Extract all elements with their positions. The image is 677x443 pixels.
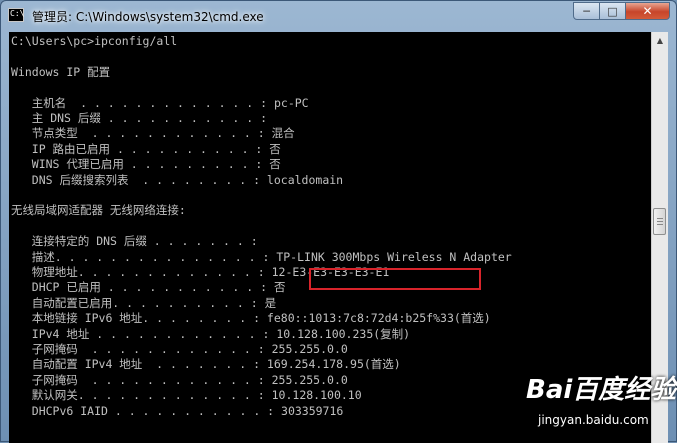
console-line: Windows IP 配置 [11,64,111,79]
watermark-logo: Bai百度经验 [526,375,677,405]
console-line: 子网掩码 . . . . . . . . . . . . : 255.255.0… [11,342,348,356]
console-line: WINS 代理已启用 . . . . . . . . . : 否 [11,157,281,172]
window-title: 管理员: C:\Windows\system32\cmd.exe [32,10,264,24]
console-line: 无线局域网适配器 无线网络连接: [11,203,186,218]
grip-line [657,224,663,225]
scroll-up-icon[interactable]: ▲ [652,32,668,49]
scroll-thumb[interactable] [653,208,666,235]
console-line: DHCPv6 IAID . . . . . . . . . . . : 3033… [11,403,344,418]
title-bar[interactable]: C:\ 管理员: C:\Windows\system32\cmd.exe ─ □… [1,1,676,31]
console-line: IP 路由已启用 . . . . . . . . . . : 否 [11,141,281,156]
console-line: 本地链接 IPv6 地址. . . . . . . . : fe80::1013… [11,311,491,326]
close-button[interactable]: ✕ [626,2,670,20]
minimize-icon: ─ [583,4,590,18]
console-line: DNS 后缀搜索列表 . . . . . . . . : localdomain [11,172,344,187]
grip-line [657,218,663,219]
watermark-url: jingyan.baidu.com [538,413,649,427]
close-icon: ✕ [642,4,653,18]
console-line: 默认网关. . . . . . . . . . . . . : 10.128.1… [11,388,362,403]
console-line: 自动配置已启用. . . . . . . . . . : 是 [11,295,277,310]
console-line: 节点类型 . . . . . . . . . . . . : 混合 [11,126,295,141]
console-line: 主机名 . . . . . . . . . . . . . : pc-PC [11,95,309,110]
console-line: 连接特定的 DNS 后缀 . . . . . . . : [11,234,258,249]
cmd-icon-text: C:\ [10,9,25,18]
grip-line [657,221,663,222]
console-line: IPv4 地址 . . . . . . . . . . . . : 10.128… [11,326,411,341]
console-line: 自动配置 IPv4 地址 . . . . . . . : 169.254.178… [11,357,401,372]
console-line: 子网掩码 . . . . . . . . . . . . : 255.255.0… [11,372,348,387]
console-line: C:\Users\pc>ipconfig/all [11,34,178,48]
mac-address-highlight [309,268,481,290]
minimize-button[interactable]: ─ [573,2,600,20]
cmd-icon[interactable]: C:\ [8,8,24,22]
window-controls: ─ □ ✕ [573,2,670,20]
maximize-button[interactable]: □ [600,2,626,20]
console-line: 描述. . . . . . . . . . . . . . . : TP-LIN… [11,249,512,264]
console-line: DHCP 已启用 . . . . . . . . . . . : 否 [11,280,286,295]
baidu-jingyan-watermark: Bai百度经验 jingyan.baidu.com [526,369,677,439]
cmd-window: C:\ 管理员: C:\Windows\system32\cmd.exe ─ □… [0,0,677,443]
console-line: 主 DNS 后缀 . . . . . . . . . . . : [11,111,268,125]
maximize-icon: □ [607,4,618,18]
